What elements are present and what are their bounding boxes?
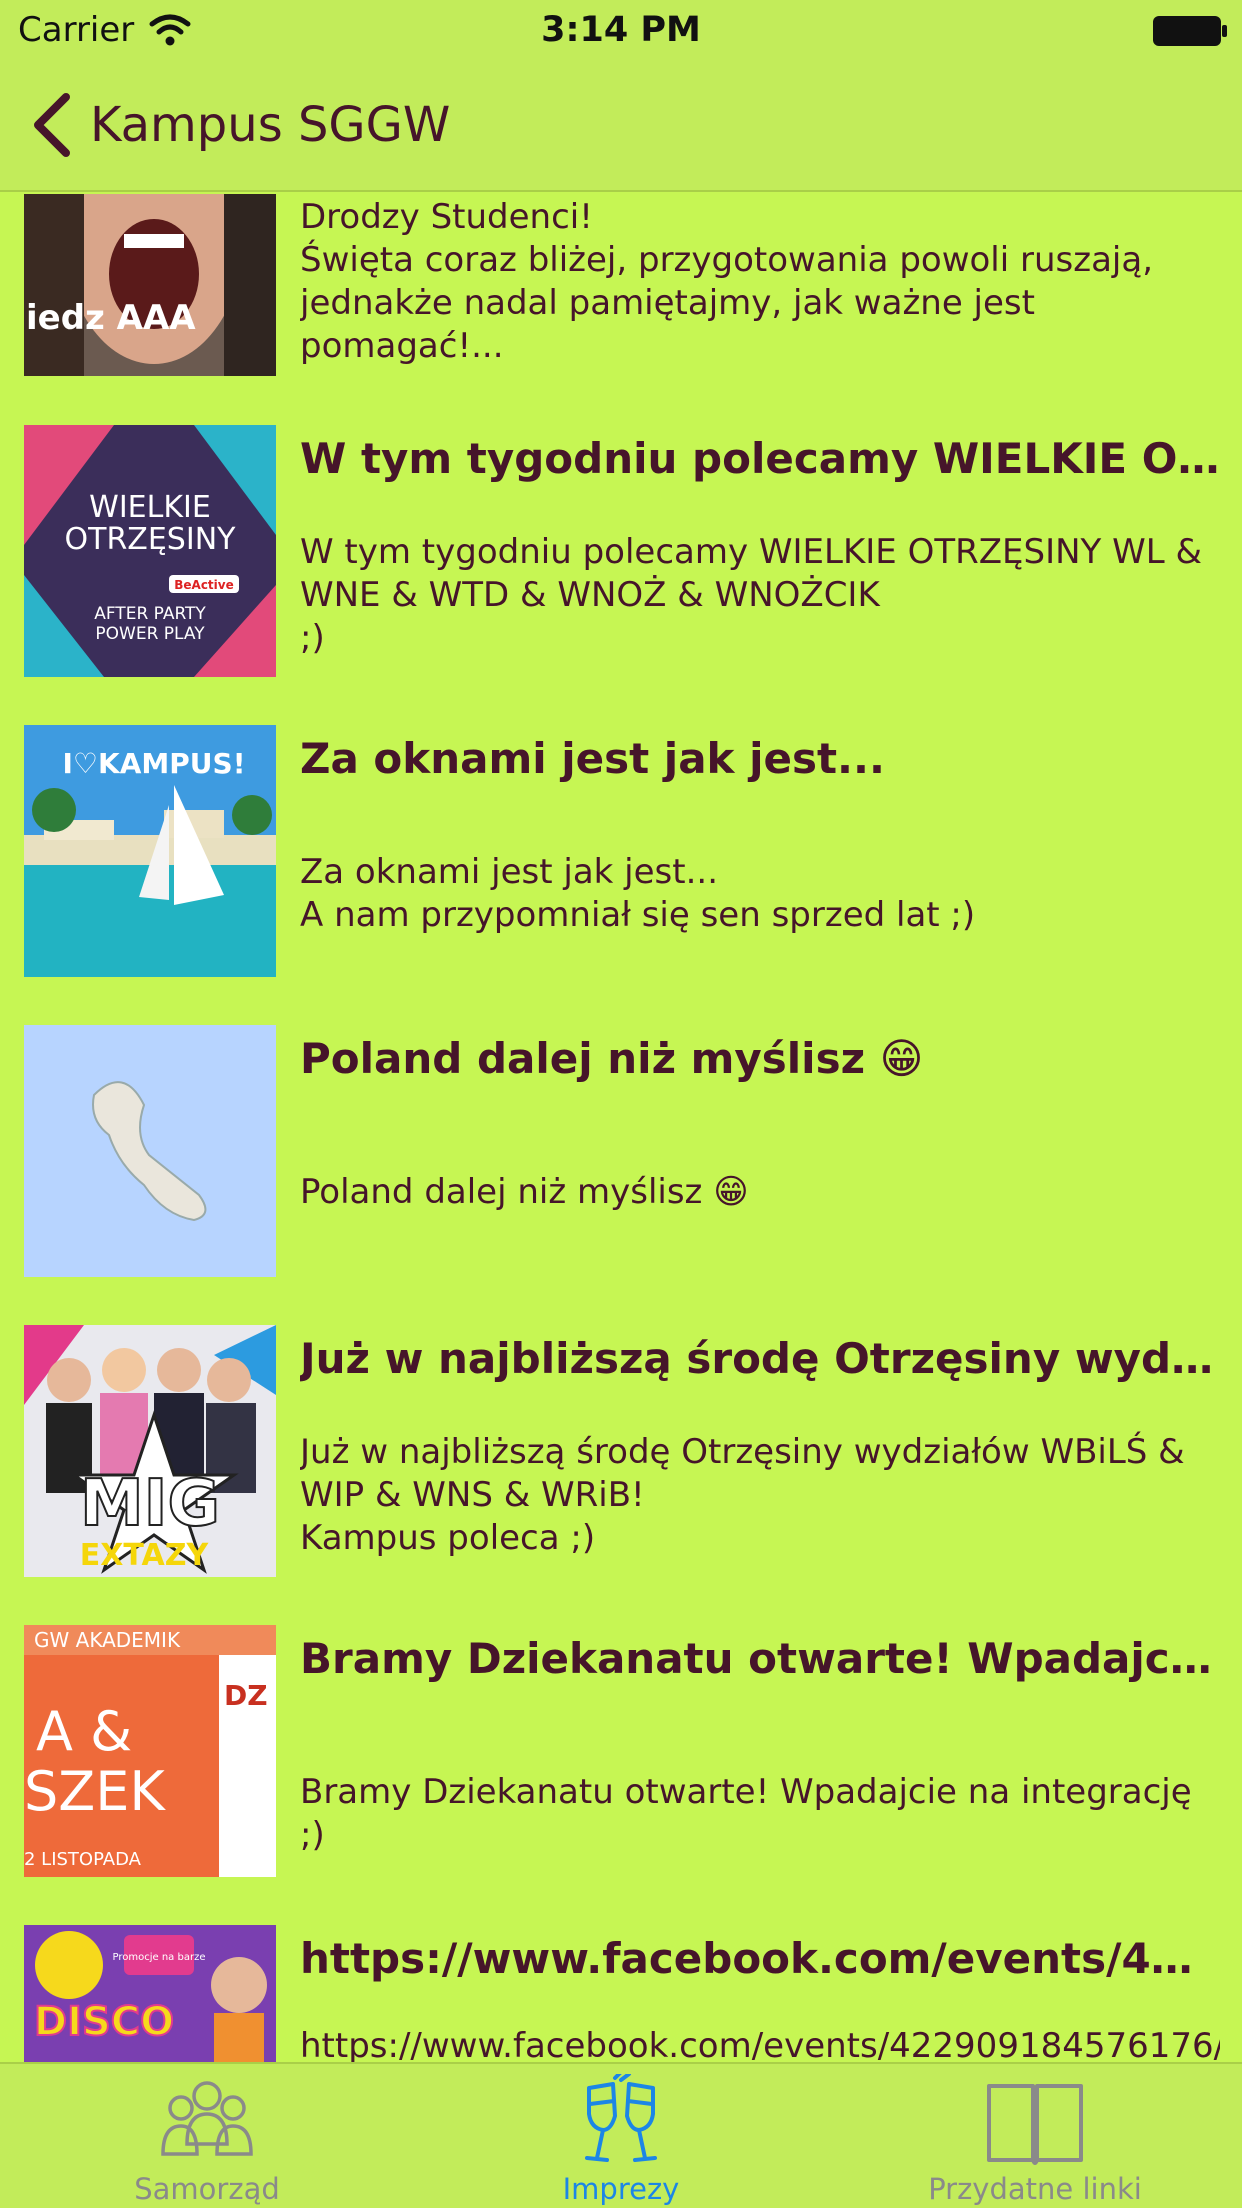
item-body: Poland dalej niż myślisz 😁 [300,1172,749,1212]
svg-text:WIELKIE: WIELKIE [89,490,211,525]
svg-text:OTRZĘSINY: OTRZĘSINY [65,522,237,557]
events-feed[interactable]: iedz AAA Drodzy Studenci! Święta coraz b… [0,194,1242,2062]
thumbnail-image: GW AKADEMIK A & SZEK 2 LISTOPADA DZ KA N… [24,1625,276,1877]
chevron-left-icon [34,93,70,157]
svg-text:DZ KA NA: DZ KA NA [224,1679,276,1712]
item-title: Za oknami jest jak jest... [300,734,885,783]
svg-text:2 LISTOPADA: 2 LISTOPADA [24,1849,142,1870]
item-title: W tym tygodniu polecamy WIELKIE OTRZ... [300,434,1220,483]
tab-label: Przydatne linki [928,2172,1142,2206]
list-item[interactable]: iedz AAA Drodzy Studenci! Święta coraz b… [0,194,1242,376]
svg-text:AFTER PARTY: AFTER PARTY [94,604,206,624]
battery-icon [1153,16,1227,46]
champagne-glasses-icon [585,2074,657,2162]
svg-text:iedz AAA: iedz AAA [26,298,196,338]
navigation-bar: Kampus SGGW [0,60,1242,192]
list-item[interactable]: Promocje na barze DISCO https://www.face… [0,1925,1242,2062]
back-button[interactable]: Kampus SGGW [30,90,450,160]
item-body: Drodzy Studenci! Święta coraz bliżej, pr… [300,197,1154,366]
tab-przydatne-linki[interactable]: Przydatne linki [828,2064,1242,2208]
group-icon [161,2081,253,2156]
item-title: https://www.facebook.com/events/42290... [300,1934,1220,1983]
svg-text:POWER PLAY: POWER PLAY [95,624,205,644]
item-title: Bramy Dziekanatu otwarte! Wpadajcie na..… [300,1634,1220,1683]
tab-label: Samorząd [134,2172,280,2206]
tab-samorzad[interactable]: Samorząd [0,2064,414,2208]
item-body: Już w najbliższą środę Otrzęsiny wydział… [300,1432,1185,1558]
item-body: W tym tygodniu polecamy WIELKIE OTRZĘSIN… [300,532,1203,658]
tab-imprezy[interactable]: Imprezy [414,2064,828,2208]
item-title: Poland dalej niż myślisz 😁 [300,1034,924,1083]
thumbnail-image: I♡KAMPUS! [24,725,276,977]
tab-label: Imprezy [562,2172,680,2206]
thumbnail-image: iedz AAA [24,194,276,376]
svg-text:SZEK: SZEK [24,1760,166,1823]
thumbnail-image: WIELKIE OTRZĘSINY BeActive AFTER PARTY P… [24,425,276,677]
svg-text:BeActive: BeActive [174,578,234,592]
item-title: Już w najbliższą środę Otrzęsiny wydział… [300,1334,1220,1383]
thumbnail-image [24,1025,276,1277]
svg-text:DISCO: DISCO [34,1999,174,2045]
thumbnail-image: Promocje na barze DISCO [24,1925,276,2062]
status-time: 3:14 PM [541,10,701,50]
svg-text:A &: A & [36,1700,132,1763]
book-icon [987,2084,1083,2165]
status-bar: Carrier 3:14 PM [0,0,1242,60]
svg-text:Promocje na barze: Promocje na barze [113,1952,206,1963]
list-item[interactable]: I♡KAMPUS! Za oknami jest jak jest... Za … [0,725,1242,977]
back-label: Kampus SGGW [90,97,451,153]
list-item[interactable]: WIELKIE OTRZĘSINY BeActive AFTER PARTY P… [0,425,1242,677]
list-item[interactable]: MIG EXTAZY Już w najbliższą środę Otrzęs… [0,1325,1242,1577]
svg-text:MIG: MIG [80,1467,220,1541]
svg-text:GW AKADEMIK: GW AKADEMIK [34,1628,181,1652]
list-item[interactable]: Poland dalej niż myślisz 😁 Poland dalej … [0,1025,1242,1277]
thumbnail-image: MIG EXTAZY [24,1325,276,1577]
svg-text:I♡KAMPUS!: I♡KAMPUS! [63,747,246,780]
item-body: Za oknami jest jak jest... A nam przypom… [300,852,976,935]
item-body-link[interactable]: https://www.facebook.com/events/42290918… [300,2025,1220,2062]
tab-bar: Samorząd Imprezy Przydatne linki [0,2062,1242,2208]
svg-text:EXTAZY: EXTAZY [80,1538,210,1573]
list-item[interactable]: GW AKADEMIK A & SZEK 2 LISTOPADA DZ KA N… [0,1625,1242,1877]
item-body: Bramy Dziekanatu otwarte! Wpadajcie na i… [300,1772,1192,1855]
